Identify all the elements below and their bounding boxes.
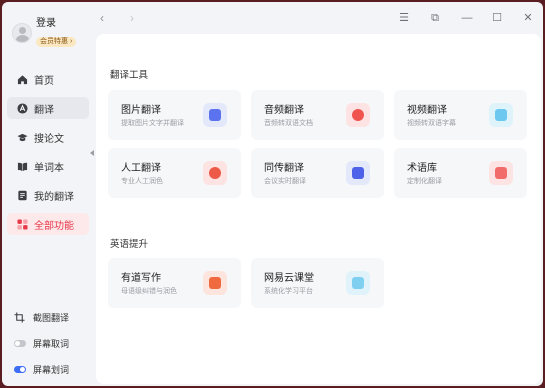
title-bar: ‹ › ☰ ⧉ — ☐ ✕ bbox=[94, 2, 543, 34]
course-glyph bbox=[352, 277, 364, 289]
minimize-button[interactable]: — bbox=[460, 11, 474, 25]
card-title: 术语库 bbox=[407, 163, 437, 174]
card-subtitle: 母语级纠错与润色 bbox=[121, 288, 177, 295]
toggle-knob bbox=[20, 366, 25, 372]
grid-icon bbox=[17, 218, 28, 230]
card-human-translate[interactable]: 人工翻译 专业人工润色 bbox=[108, 148, 241, 198]
card-subtitle: 定制化翻译 bbox=[407, 178, 442, 185]
profile-text: 登录 会员特惠 › bbox=[36, 18, 77, 48]
home-icon bbox=[17, 74, 28, 84]
sidebar-item-label: 单词本 bbox=[34, 162, 64, 174]
card-title: 视频翻译 bbox=[407, 105, 447, 116]
avatar[interactable] bbox=[12, 23, 32, 43]
card-subtitle: 系统化学习平台 bbox=[264, 288, 313, 295]
sidebar-item-translate[interactable]: 翻译 bbox=[7, 97, 89, 119]
tool-screen-capture-word[interactable]: 屏幕取词 bbox=[14, 336, 69, 350]
sidebar: 登录 会员特惠 › 首页 翻译 搜论文 单词本 我的翻译 全部功能 截图翻译 屏… bbox=[2, 2, 94, 386]
card-subtitle: 提取图片文字并翻译 bbox=[121, 120, 184, 127]
sidebar-item-label: 翻译 bbox=[34, 104, 54, 116]
mini-mode-button[interactable]: ⧉ bbox=[428, 11, 442, 25]
tool-screenshot-translate[interactable]: 截图翻译 bbox=[14, 310, 69, 324]
vip-badge[interactable]: 会员特惠 › bbox=[36, 37, 77, 47]
bottom-tools: 截图翻译 屏幕取词 屏幕划词 bbox=[14, 310, 69, 386]
book-icon bbox=[17, 162, 28, 171]
card-title: 网易云课堂 bbox=[264, 273, 314, 284]
card-title: 同传翻译 bbox=[264, 163, 304, 174]
card-title: 有道写作 bbox=[121, 273, 161, 284]
glossary-icon bbox=[489, 161, 513, 185]
user-profile[interactable]: 登录 会员特惠 › bbox=[12, 18, 77, 48]
card-netease-course[interactable]: 网易云课堂 系统化学习平台 bbox=[251, 258, 384, 308]
sidebar-nav: 首页 翻译 搜论文 单词本 我的翻译 全部功能 bbox=[7, 68, 89, 242]
maximize-button[interactable]: ☐ bbox=[490, 11, 504, 25]
card-video-translate[interactable]: 视频翻译 视频转双语字幕 bbox=[394, 90, 527, 140]
translate-icon bbox=[17, 102, 28, 114]
login-link[interactable]: 登录 bbox=[36, 18, 76, 30]
sidebar-collapse-arrow-icon[interactable] bbox=[90, 150, 94, 156]
writing-glyph bbox=[209, 277, 221, 289]
menu-button[interactable]: ☰ bbox=[397, 11, 411, 25]
card-subtitle: 会议实时翻译 bbox=[264, 178, 306, 185]
card-subtitle: 音频转双语文档 bbox=[264, 120, 313, 127]
tool-label: 截图翻译 bbox=[33, 312, 70, 323]
interpreter-icon bbox=[346, 161, 370, 185]
glossary-glyph bbox=[495, 167, 507, 179]
card-title: 图片翻译 bbox=[121, 105, 161, 116]
interpreter-glyph bbox=[352, 167, 364, 179]
main-panel: 翻译工具 图片翻译 提取图片文字并翻译 音频翻译 音频转双语文档 视频翻译 视频… bbox=[96, 34, 541, 384]
graduation-cap-icon bbox=[17, 133, 28, 141]
human-glyph bbox=[209, 167, 221, 179]
crop-icon bbox=[14, 311, 25, 323]
screen-capture-word-toggle[interactable] bbox=[14, 339, 26, 347]
video-glyph bbox=[495, 109, 507, 121]
toggle-knob bbox=[15, 340, 20, 346]
sidebar-item-label: 搜论文 bbox=[34, 133, 64, 145]
card-subtitle: 视频转双语字幕 bbox=[407, 120, 456, 127]
card-glossary[interactable]: 术语库 定制化翻译 bbox=[394, 148, 527, 198]
sidebar-item-home[interactable]: 首页 bbox=[7, 68, 89, 90]
writing-icon bbox=[203, 271, 227, 295]
tool-label: 屏幕取词 bbox=[33, 338, 70, 349]
sidebar-item-wordbook[interactable]: 单词本 bbox=[7, 155, 89, 177]
card-image-translate[interactable]: 图片翻译 提取图片文字并翻译 bbox=[108, 90, 241, 140]
audio-icon bbox=[346, 103, 370, 127]
tool-label: 屏幕划词 bbox=[33, 364, 70, 375]
audio-glyph bbox=[352, 109, 364, 121]
section-title-english-improve: 英语提升 bbox=[110, 239, 149, 250]
sidebar-item-all-features[interactable]: 全部功能 bbox=[7, 213, 89, 235]
tool-screen-select-word[interactable]: 屏幕划词 bbox=[14, 362, 69, 376]
app-window: 登录 会员特惠 › 首页 翻译 搜论文 单词本 我的翻译 全部功能 截图翻译 屏… bbox=[2, 2, 543, 386]
image-icon bbox=[203, 103, 227, 127]
forward-button[interactable]: › bbox=[130, 12, 134, 24]
card-title: 音频翻译 bbox=[264, 105, 304, 116]
human-translate-icon bbox=[203, 161, 227, 185]
sidebar-item-label: 全部功能 bbox=[34, 220, 74, 232]
image-glyph bbox=[209, 109, 221, 121]
card-subtitle: 专业人工润色 bbox=[121, 178, 163, 185]
avatar-body-shape bbox=[16, 35, 29, 42]
document-icon bbox=[18, 190, 27, 200]
sidebar-item-search-paper[interactable]: 搜论文 bbox=[7, 126, 89, 148]
sidebar-item-label: 首页 bbox=[34, 75, 54, 87]
back-button[interactable]: ‹ bbox=[100, 12, 104, 24]
avatar-head-shape bbox=[19, 27, 26, 34]
video-icon bbox=[489, 103, 513, 127]
sidebar-item-my-translations[interactable]: 我的翻译 bbox=[7, 184, 89, 206]
card-simultaneous-translate[interactable]: 同传翻译 会议实时翻译 bbox=[251, 148, 384, 198]
card-audio-translate[interactable]: 音频翻译 音频转双语文档 bbox=[251, 90, 384, 140]
course-icon bbox=[346, 271, 370, 295]
section-title-translate-tools: 翻译工具 bbox=[110, 70, 149, 81]
screen-select-word-toggle[interactable] bbox=[14, 365, 26, 373]
sidebar-item-label: 我的翻译 bbox=[34, 191, 74, 203]
close-button[interactable]: ✕ bbox=[521, 11, 535, 25]
card-title: 人工翻译 bbox=[121, 163, 161, 174]
card-youdao-writing[interactable]: 有道写作 母语级纠错与润色 bbox=[108, 258, 241, 308]
